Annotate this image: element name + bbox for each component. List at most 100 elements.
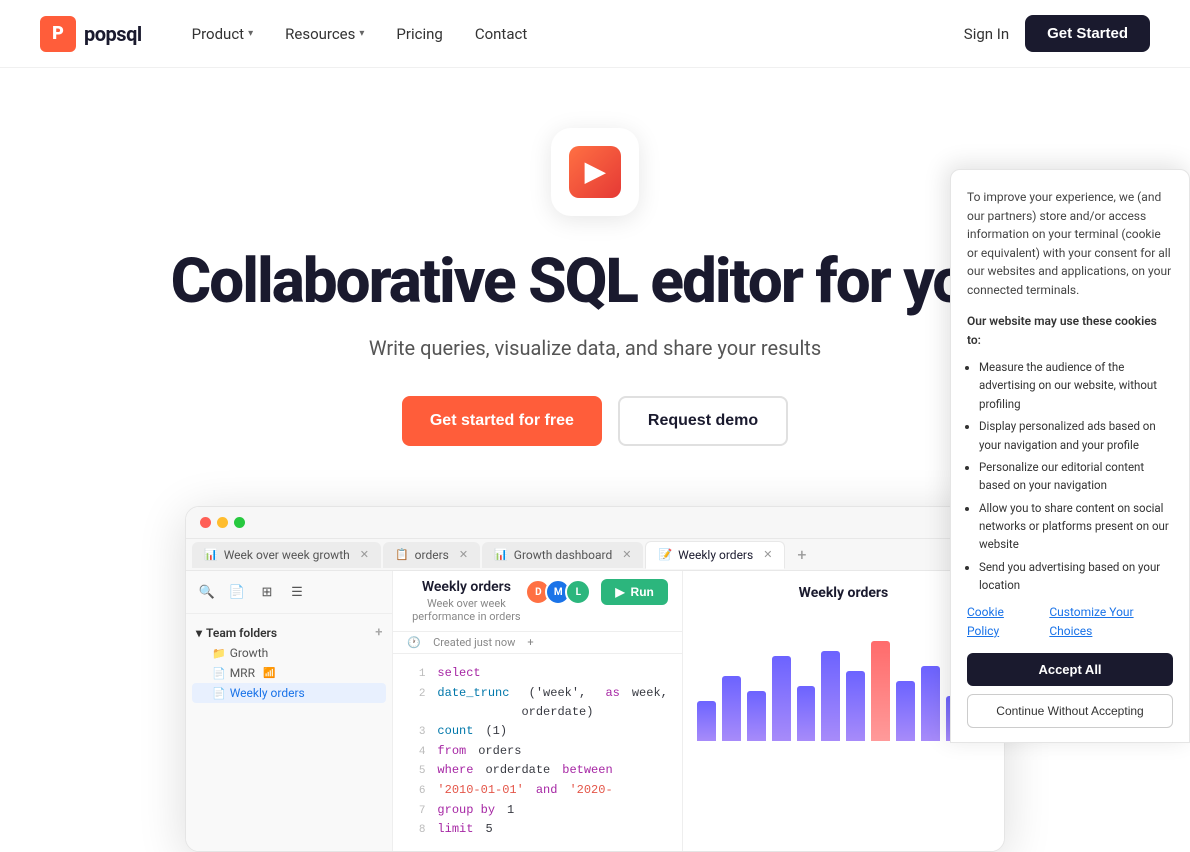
tab-add-button[interactable]: +: [787, 539, 816, 570]
code-line-4: 4 from orders: [407, 742, 667, 762]
nav-contact-label: Contact: [475, 25, 527, 43]
cookie-continue-button[interactable]: Continue Without Accepting: [967, 694, 1173, 728]
mockup-editor: Weekly orders Week over week performance…: [393, 571, 681, 851]
tab-icon-week: 📊: [204, 548, 218, 561]
code-line-7: 7 group by 1: [407, 801, 667, 821]
logo[interactable]: P popsql: [40, 16, 142, 52]
avatar-l: L: [565, 579, 591, 605]
mockup-titlebar: [186, 507, 1004, 539]
tab-label-week: Week over week growth: [224, 548, 350, 562]
code-line-3: 3 count (1): [407, 722, 667, 742]
tab-close-weekly[interactable]: ✕: [763, 548, 772, 561]
logo-symbol: P: [52, 23, 64, 44]
nav-item-product[interactable]: Product ▾: [178, 17, 267, 51]
tab-week-over-week[interactable]: 📊 Week over week growth ✕: [192, 542, 381, 568]
tree-team-expand-icon: ▾: [196, 626, 202, 640]
tree-team-add-icon[interactable]: +: [375, 625, 382, 640]
navbar-left: P popsql Product ▾ Resources ▾ Pricing C…: [40, 16, 541, 52]
hero-icon-container: ▶: [551, 128, 639, 216]
cookie-item-3: Personalize our editorial content based …: [979, 458, 1173, 495]
cookie-item-2: Display personalized ads based on your n…: [979, 417, 1173, 454]
sidebar-search-icon[interactable]: 🔍: [194, 579, 220, 605]
cookie-item-4: Allow you to share content on social net…: [979, 499, 1173, 554]
tab-orders[interactable]: 📋 orders ✕: [383, 542, 480, 568]
bar-9: [896, 681, 915, 741]
bar-7: [846, 671, 865, 741]
bar-2: [722, 676, 741, 741]
cookie-consent-popup: To improve your experience, we (and our …: [950, 169, 1190, 743]
cookie-customize-link[interactable]: Customize Your Choices: [1049, 603, 1173, 641]
avatar-group: D M L: [525, 579, 591, 605]
run-button[interactable]: ▶ Run: [601, 579, 668, 605]
tab-growth-dashboard[interactable]: 📊 Growth dashboard ✕: [482, 542, 643, 568]
tab-label-orders: orders: [415, 548, 449, 562]
cookie-item-1: Measure the audience of the advertising …: [979, 358, 1173, 413]
hero-icon-symbol: ▶: [585, 157, 605, 187]
nav-links: Product ▾ Resources ▾ Pricing Contact: [178, 17, 542, 51]
tree-item-growth[interactable]: 📁 Growth: [192, 643, 386, 663]
sidebar-toolbar: 🔍 📄 ⊞ ☰: [186, 571, 392, 614]
cookie-links-group: Cookie Policy Customize Your Choices: [967, 603, 1173, 641]
bar-4: [772, 656, 791, 741]
folder-growth-icon: 📁: [212, 647, 226, 660]
mrr-signal-icon: 📶: [263, 668, 275, 679]
tab-close-week[interactable]: ✕: [360, 548, 369, 561]
cookie-items-list: Measure the audience of the advertising …: [979, 358, 1173, 595]
sidebar-file-icon[interactable]: 📄: [224, 579, 250, 605]
editor-meta: 🕐 Created just now +: [393, 632, 681, 654]
sign-in-link[interactable]: Sign In: [964, 25, 1009, 43]
bar-3: [747, 691, 766, 741]
code-line-6: 6 '2010-01-01' and '2020-: [407, 781, 667, 801]
code-line-2: 2 date_trunc ('week', orderdate) as week…: [407, 684, 667, 722]
editor-plus-icon[interactable]: +: [527, 636, 533, 649]
bar-5: [797, 686, 816, 741]
editor-code-area[interactable]: 1 select 2 date_trunc ('week', orderdate…: [393, 654, 681, 851]
tab-icon-orders: 📋: [395, 548, 409, 561]
mockup-tabs: 📊 Week over week growth ✕ 📋 orders ✕ 📊 G…: [186, 539, 1004, 571]
navbar: P popsql Product ▾ Resources ▾ Pricing C…: [0, 0, 1190, 68]
hero-title: Collaborative SQL editor for your: [171, 248, 1020, 316]
sidebar-list-icon[interactable]: ☰: [284, 579, 310, 605]
tab-close-growth[interactable]: ✕: [622, 548, 631, 561]
hero-cta-group: Get started for free Request demo: [402, 396, 788, 446]
tree-item-growth-label: Growth: [230, 646, 269, 660]
tab-weekly-orders[interactable]: 📝 Weekly orders ✕: [645, 541, 785, 569]
tab-icon-growth: 📊: [494, 548, 508, 561]
editor-header: Weekly orders Week over week performance…: [393, 571, 681, 632]
nav-item-resources[interactable]: Resources ▾: [271, 17, 378, 51]
bar-6: [821, 651, 840, 741]
tree-item-weekly-label: Weekly orders: [230, 686, 305, 700]
tree-team-label: Team folders: [206, 626, 277, 640]
sidebar-tree: ▾ Team folders + 📁 Growth 📄 MRR 📶: [186, 614, 392, 851]
nav-product-label: Product: [192, 25, 244, 43]
tree-label-team[interactable]: ▾ Team folders +: [192, 622, 386, 643]
nav-resources-chevron-icon: ▾: [359, 28, 364, 39]
code-line-8: 8 limit 5: [407, 820, 667, 840]
file-weekly-icon: 📄: [212, 687, 226, 700]
tab-close-orders[interactable]: ✕: [459, 548, 468, 561]
tree-item-weekly-orders[interactable]: 📄 Weekly orders: [192, 683, 386, 703]
nav-item-contact[interactable]: Contact: [461, 17, 541, 51]
bar-10: [921, 666, 940, 741]
nav-pricing-label: Pricing: [396, 25, 442, 43]
code-line-1: 1 select: [407, 664, 667, 684]
tab-label-growth: Growth dashboard: [514, 548, 612, 562]
nav-item-pricing[interactable]: Pricing: [382, 17, 456, 51]
editor-title: Weekly orders: [407, 579, 525, 595]
request-demo-button[interactable]: Request demo: [618, 396, 788, 446]
sidebar-grid-icon[interactable]: ⊞: [254, 579, 280, 605]
get-started-hero-button[interactable]: Get started for free: [402, 396, 602, 446]
app-mockup: 📊 Week over week growth ✕ 📋 orders ✕ 📊 G…: [185, 506, 1005, 852]
tab-label-weekly: Weekly orders: [678, 548, 753, 562]
cookie-accept-button[interactable]: Accept All: [967, 653, 1173, 686]
hero-logo-icon: ▶: [569, 146, 621, 198]
traffic-dot-close: [200, 517, 211, 528]
get-started-nav-button[interactable]: Get Started: [1025, 15, 1150, 52]
mockup-body: 🔍 📄 ⊞ ☰ ▾ Team folders + 📁 Gr: [186, 571, 1004, 851]
editor-clock-icon: 🕐: [407, 636, 421, 649]
cookie-policy-link[interactable]: Cookie Policy: [967, 603, 1035, 641]
file-mrr-icon: 📄: [212, 667, 226, 680]
tree-item-mrr[interactable]: 📄 MRR 📶: [192, 663, 386, 683]
editor-subtitle: Week over week performance in orders: [407, 597, 525, 623]
tree-section-team: ▾ Team folders + 📁 Growth 📄 MRR 📶: [192, 622, 386, 703]
